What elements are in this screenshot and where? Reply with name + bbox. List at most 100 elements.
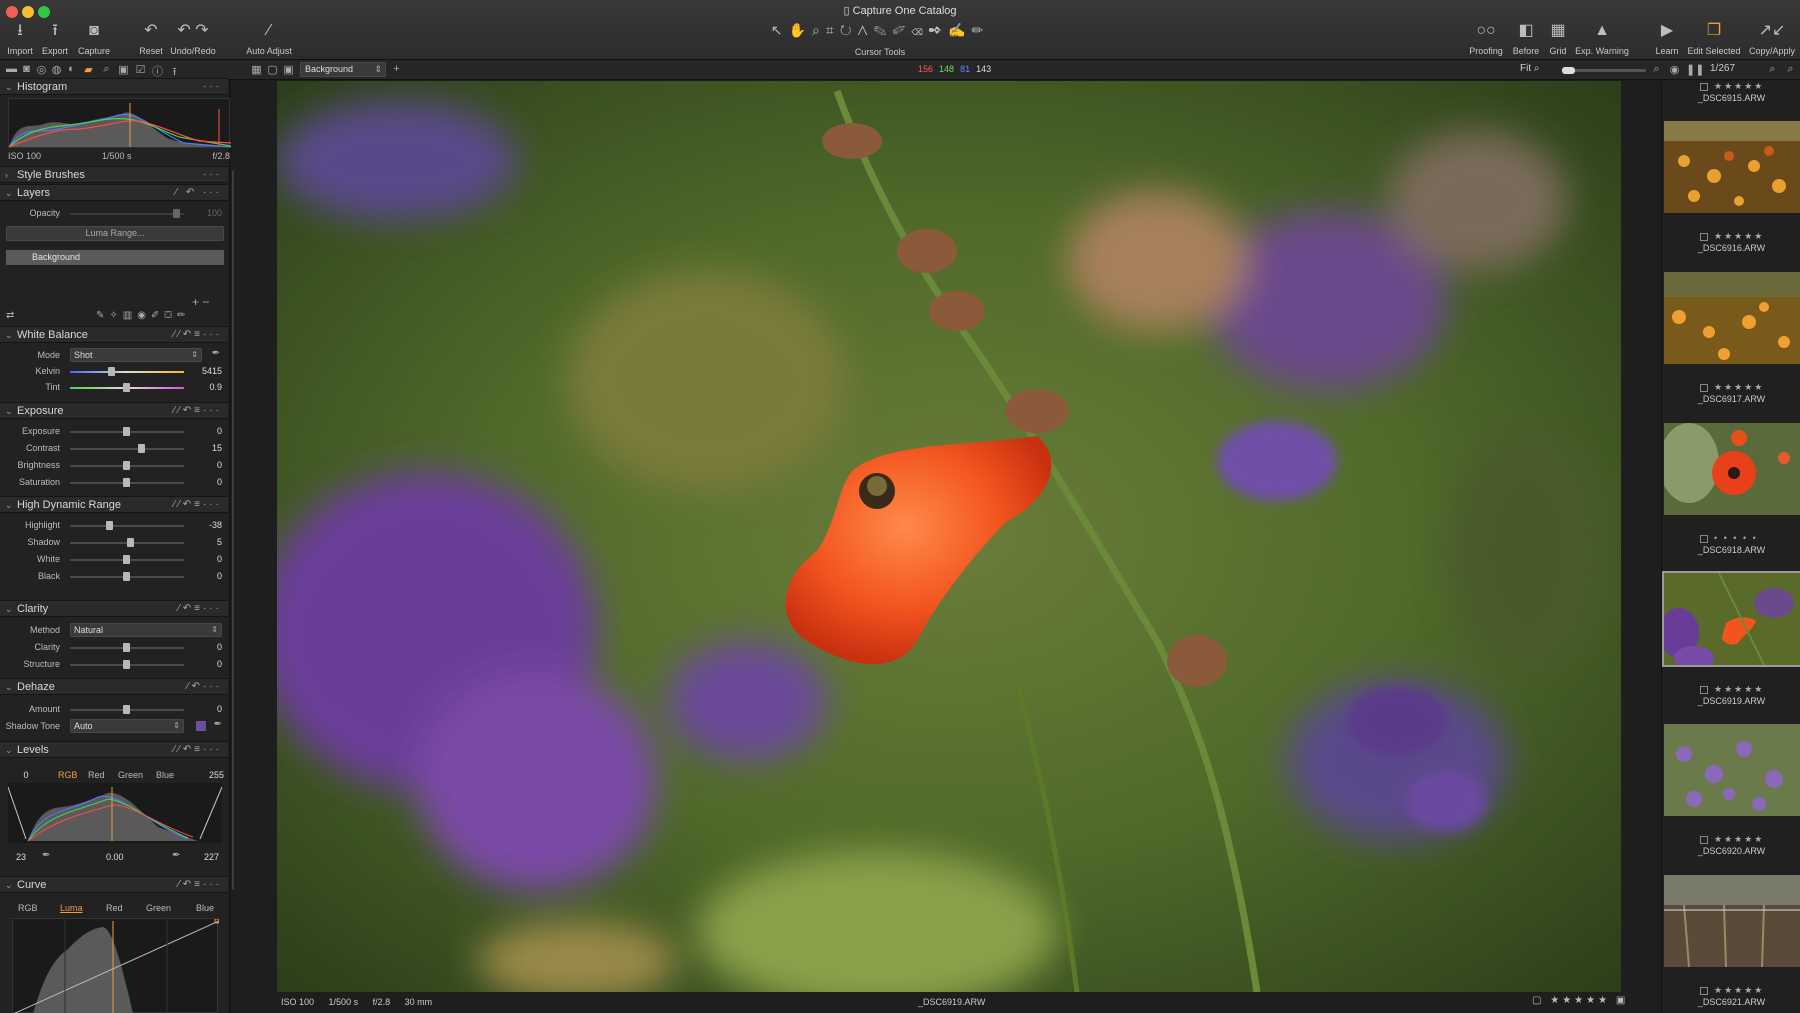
exposure-warning-button[interactable]: ▲ Exp. Warning (1574, 22, 1630, 56)
saturation-value[interactable]: 0 (192, 477, 222, 487)
add-layer-icon[interactable]: + (390, 63, 403, 75)
saturation-slider[interactable] (70, 478, 184, 487)
filter-icon[interactable]: ⌕ (1766, 63, 1779, 76)
compare-view-icon[interactable]: ▣ (282, 63, 295, 76)
copy-apply-button[interactable]: ↗↙ Copy/Apply (1746, 22, 1798, 56)
structure-knob[interactable] (123, 660, 130, 669)
before-button[interactable]: ◧ Before (1510, 22, 1542, 56)
status-rating[interactable]: ▢ ★★★★★ ▣ (1532, 995, 1628, 1006)
single-view-icon[interactable]: ▢ (266, 63, 279, 76)
zoom-out-icon[interactable]: ⌕ (1534, 63, 1540, 74)
opacity-slider[interactable] (70, 209, 184, 218)
highlight-slider[interactable] (70, 521, 184, 530)
black-value[interactable]: 0 (192, 571, 222, 581)
add-layer-icon[interactable]: + (192, 295, 199, 309)
levels-midpoint[interactable]: 0.00 (106, 852, 124, 862)
auto-adjust-button[interactable]: ⁄ Auto Adjust (244, 22, 294, 56)
curve-tab-blue[interactable]: Blue (196, 903, 214, 913)
histogram-header[interactable]: ⌄ Histogram ··· (0, 78, 228, 95)
luma-range-button[interactable]: Luma Range... (6, 226, 224, 241)
radial-gradient-icon[interactable]: ◉ (137, 310, 151, 321)
shadow-slider[interactable] (70, 538, 184, 547)
shadow-tone-select[interactable]: Auto ⇕ (70, 719, 184, 733)
levels-tab-rgb[interactable]: RGB (58, 770, 78, 780)
zoom-fit[interactable]: Fit ⌕ (1520, 63, 1540, 74)
loupe-icon[interactable]: ⌕ (812, 22, 826, 38)
select-cursor-icon[interactable]: ↖ (771, 22, 789, 38)
thumbnail-6921[interactable] (1664, 875, 1800, 967)
more-icon[interactable]: ··· (203, 169, 222, 180)
white-balance-header[interactable]: ⌄ White Balance ⁄⁄↶≡··· (0, 326, 228, 343)
pan-hand-icon[interactable]: ✋ (789, 22, 812, 38)
remove-layer-icon[interactable]: − (202, 295, 209, 309)
amount-knob[interactable] (123, 705, 130, 714)
rating-stars[interactable]: • • • • • (1714, 533, 1758, 543)
more-icon[interactable]: ··· (203, 81, 222, 92)
white-point-picker-icon[interactable]: ✒ (172, 850, 180, 861)
fill-icon[interactable]: ⛋ (164, 310, 177, 321)
color-tag-icon[interactable]: ▣ (1610, 995, 1628, 1006)
exposure-knob[interactable] (123, 427, 130, 436)
curve-tab-red[interactable]: Red (106, 903, 123, 913)
white-slider[interactable] (70, 555, 184, 564)
contrast-knob[interactable] (138, 444, 145, 453)
zoom-slider-knob[interactable] (1562, 67, 1575, 74)
rating-stars[interactable]: ★★★★★ (1714, 81, 1764, 92)
method-select[interactable]: Natural ⇕ (70, 623, 222, 637)
rating-stars[interactable]: ★★★★★ (1714, 684, 1764, 695)
learn-button[interactable]: ▶ Learn (1652, 22, 1682, 56)
proofing-button[interactable]: ○○ Proofing (1466, 22, 1506, 56)
layer-select[interactable]: Background ⇕ (300, 62, 386, 77)
magic-brush-icon[interactable]: ✧ (109, 310, 122, 321)
brightness-value[interactable]: 0 (192, 460, 222, 470)
tool-icons[interactable]: ⁄↶≡··· (178, 879, 222, 890)
structure-value[interactable]: 0 (192, 659, 222, 669)
opacity-knob[interactable] (173, 209, 180, 218)
zoom-in-icon[interactable]: ⌕ (1650, 63, 1663, 76)
grid-button[interactable]: ▦ Grid (1546, 22, 1570, 56)
linear-gradient-icon[interactable]: ▥ (123, 310, 137, 321)
black-knob[interactable] (123, 572, 130, 581)
layers-header[interactable]: ⌄ Layers ⁄ ↶ ··· (0, 184, 228, 201)
keystone-icon[interactable]: ⋀ (858, 22, 874, 38)
thumbnail-6916[interactable] (1664, 121, 1800, 213)
curve-header[interactable]: ⌄ Curve ⁄↶≡··· (0, 876, 228, 893)
eraser-icon[interactable]: ⌫ (911, 22, 928, 38)
kelvin-slider[interactable] (70, 367, 184, 376)
clarity-slider[interactable] (70, 643, 184, 652)
curve-graph[interactable] (12, 918, 220, 1013)
tint-slider[interactable] (70, 383, 184, 392)
tool-icons[interactable]: ⁄⁄↶≡··· (173, 744, 222, 755)
saturation-knob[interactable] (123, 478, 130, 487)
black-point-picker-icon[interactable]: ✒ (42, 850, 50, 861)
eyedropper-icon[interactable]: ✒ (212, 348, 220, 359)
select-checkbox[interactable] (1700, 83, 1708, 91)
annotate-icon[interactable]: ✏ (971, 22, 989, 38)
opacity-value[interactable]: 100 (192, 208, 222, 218)
thumbnail-6918[interactable] (1664, 423, 1800, 515)
select-checkbox[interactable] (1700, 987, 1708, 995)
rating-stars[interactable]: ★★★★★ (1714, 834, 1764, 845)
contrast-value[interactable]: 15 (192, 443, 222, 453)
white-knob[interactable] (123, 555, 130, 564)
levels-output-low[interactable]: 0 (8, 770, 44, 780)
zoom-slider[interactable] (1562, 67, 1646, 74)
curve-tab-luma[interactable]: Luma (60, 903, 83, 913)
shadow-knob[interactable] (127, 538, 134, 547)
multi-view-icon[interactable]: ▦ (250, 63, 263, 76)
tool-icons[interactable]: ⁄⁄↶≡··· (173, 405, 222, 416)
hdr-header[interactable]: ⌄ High Dynamic Range ⁄⁄↶≡··· (0, 496, 228, 513)
tint-knob[interactable] (123, 383, 130, 392)
tint-value[interactable]: 0.9 (192, 382, 222, 392)
exposure-header[interactable]: ⌄ Exposure ⁄⁄↶≡··· (0, 402, 228, 419)
white-value[interactable]: 0 (192, 554, 222, 564)
color-picker-icon[interactable]: ✍ (948, 22, 971, 38)
swap-icon[interactable]: ⇄ (6, 310, 14, 321)
pause-icon[interactable]: ❚❚ (1686, 63, 1704, 76)
contrast-slider[interactable] (70, 444, 184, 453)
black-slider[interactable] (70, 572, 184, 581)
clarity-header[interactable]: ⌄ Clarity ⁄↶≡··· (0, 600, 228, 617)
status-checkbox[interactable]: ▢ (1532, 995, 1550, 1006)
rating-stars[interactable]: ★★★★★ (1714, 231, 1764, 242)
thumbnail-6920[interactable] (1664, 724, 1800, 816)
